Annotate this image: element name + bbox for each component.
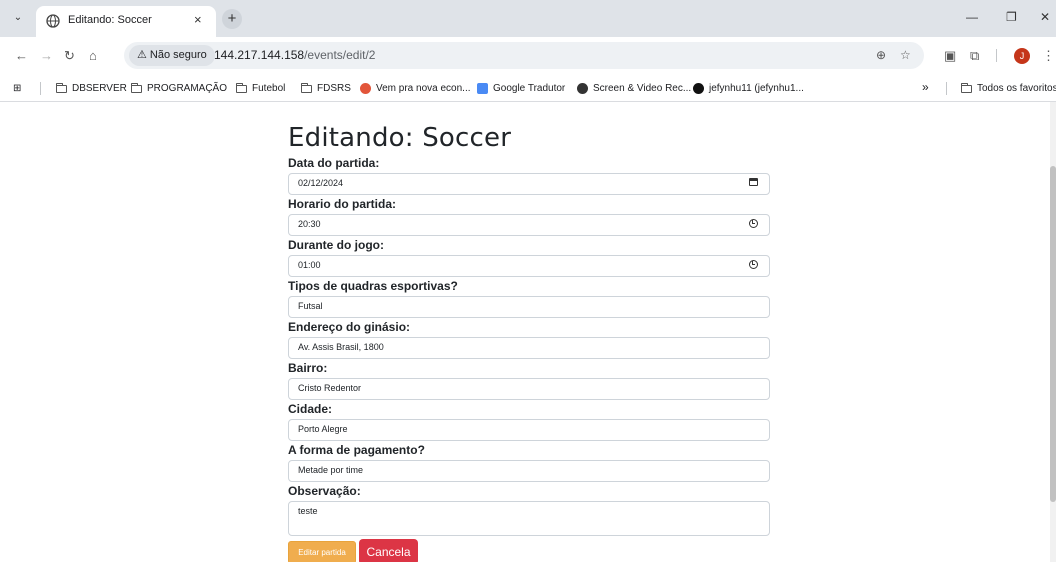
- edit-form: Editando: Soccer Data do partida: 02/12/…: [288, 102, 770, 562]
- restore-icon[interactable]: ❐: [1006, 10, 1017, 24]
- time-label: Horario do partida:: [288, 197, 397, 211]
- url-host: 144.217.144.158: [214, 48, 305, 62]
- page-title: Editando: Soccer: [288, 123, 512, 153]
- bookmark-google-tradutor[interactable]: Google Tradutor: [477, 83, 565, 94]
- folder-icon: [131, 82, 142, 93]
- minimize-icon[interactable]: —: [966, 10, 978, 24]
- notes-label: Observação:: [288, 484, 361, 498]
- bookmark-label: FDSRS: [317, 83, 351, 94]
- globe-icon: [46, 14, 60, 28]
- address-value: Av. Assis Brasil, 1800: [298, 342, 384, 352]
- court-type-label: Tipos de quadras esportivas?: [288, 279, 458, 293]
- reload-icon[interactable]: ↻: [64, 48, 75, 64]
- notes-value: teste: [298, 506, 318, 516]
- toolbar: ← → ↻ ⌂ ⚠ Não seguro 144.217.144.158/eve…: [0, 37, 1056, 75]
- bookmark-label: Google Tradutor: [493, 83, 566, 94]
- home-icon[interactable]: ⌂: [89, 48, 97, 63]
- extension-icon[interactable]: ▣: [944, 48, 956, 64]
- bookmark-dbserver[interactable]: DBSERVER: [56, 82, 127, 94]
- back-icon[interactable]: ←: [15, 48, 28, 63]
- tab-strip: ⌄ Editando: Soccer × + — ❐ ✕: [0, 0, 1056, 37]
- bookmark-futebol[interactable]: Futebol: [236, 82, 286, 94]
- payment-label: A forma de pagamento?: [288, 443, 425, 457]
- calendar-icon[interactable]: [749, 178, 758, 189]
- bookmark-label: DBSERVER: [72, 83, 127, 94]
- github-icon: [693, 83, 704, 94]
- bookmark-star-icon[interactable]: ☆: [900, 48, 911, 62]
- folder-icon: [961, 82, 972, 93]
- bookmarks-bar: ⊞ DBSERVER PROGRAMAÇÃO Futebol FDSRS Vem…: [0, 75, 1056, 102]
- date-input[interactable]: 02/12/2024: [288, 173, 770, 195]
- divider: [40, 82, 41, 95]
- bookmark-label: jefynhu11 (jefynhu1...: [709, 83, 804, 94]
- bookmark-programacao[interactable]: PROGRAMAÇÃO: [131, 82, 228, 94]
- duration-label: Durante do jogo:: [288, 238, 384, 252]
- city-value: Porto Alegre: [298, 424, 348, 434]
- tab-title: Editando: Soccer: [68, 14, 152, 26]
- city-input[interactable]: Porto Alegre: [288, 419, 770, 441]
- bookmark-vem-pra-nova[interactable]: Vem pra nova econ...: [360, 83, 471, 94]
- close-window-icon[interactable]: ✕: [1040, 10, 1050, 24]
- time-value: 20:30: [298, 219, 321, 229]
- bookmark-label: PROGRAMAÇÃO: [147, 83, 228, 94]
- url-text[interactable]: 144.217.144.158/events/edit/2: [214, 48, 375, 62]
- forward-icon[interactable]: →: [40, 48, 53, 63]
- bookmark-screen-video[interactable]: Screen & Video Rec...: [577, 83, 691, 94]
- notes-textarea[interactable]: teste: [288, 501, 770, 536]
- district-value: Cristo Redentor: [298, 383, 362, 393]
- page-content: Editando: Soccer Data do partida: 02/12/…: [0, 102, 1056, 562]
- all-bookmarks-button[interactable]: Todos os favoritos: [961, 82, 1056, 94]
- clock-icon[interactable]: [749, 219, 758, 231]
- duration-value: 01:00: [298, 260, 321, 270]
- scrollbar[interactable]: [1050, 102, 1056, 562]
- district-input[interactable]: Cristo Redentor: [288, 378, 770, 400]
- record-icon: [577, 83, 588, 94]
- close-tab-icon[interactable]: ×: [194, 12, 202, 27]
- zoom-icon[interactable]: ⊕: [876, 48, 886, 62]
- address-label: Endereço do ginásio:: [288, 320, 411, 334]
- payment-value: Metade por time: [298, 465, 364, 475]
- folder-icon: [56, 82, 67, 93]
- duration-input[interactable]: 01:00: [288, 255, 770, 277]
- bookmark-label: Vem pra nova econ...: [376, 83, 471, 94]
- translate-icon: [477, 83, 488, 94]
- submit-edit-button[interactable]: Editar partida: [288, 541, 356, 562]
- new-tab-button[interactable]: +: [222, 9, 242, 29]
- divider: [946, 82, 947, 95]
- folder-icon: [236, 82, 247, 93]
- cancel-button[interactable]: Cancela: [359, 539, 418, 562]
- bookmark-label: Screen & Video Rec...: [593, 83, 692, 94]
- address-input[interactable]: Av. Assis Brasil, 1800: [288, 337, 770, 359]
- bookmark-label: Futebol: [252, 83, 286, 94]
- city-label: Cidade:: [288, 402, 333, 416]
- tab-search-icon[interactable]: ⌄: [10, 10, 26, 26]
- all-bookmarks-label: Todos os favoritos: [977, 83, 1056, 94]
- divider: [996, 49, 997, 62]
- court-type-input[interactable]: Futsal: [288, 296, 770, 318]
- folder-icon: [301, 82, 312, 93]
- menu-kebab-icon[interactable]: ⋮: [1042, 48, 1055, 64]
- payment-input[interactable]: Metade por time: [288, 460, 770, 482]
- address-bar[interactable]: ⚠ Não seguro 144.217.144.158/events/edit…: [124, 42, 924, 69]
- bookmark-github[interactable]: jefynhu11 (jefynhu1...: [693, 83, 804, 94]
- date-value: 02/12/2024: [298, 178, 344, 188]
- clock-icon[interactable]: [749, 260, 758, 272]
- profile-avatar[interactable]: J: [1014, 48, 1030, 64]
- date-label: Data do partida:: [288, 156, 380, 170]
- form-actions: Editar partida Cancela: [288, 539, 770, 562]
- district-label: Bairro:: [288, 361, 328, 375]
- court-type-value: Futsal: [298, 301, 323, 311]
- url-path: /events/edit/2: [304, 48, 376, 62]
- bookmark-fdsrs[interactable]: FDSRS: [301, 82, 351, 94]
- scrollbar-thumb[interactable]: [1050, 166, 1056, 502]
- security-chip[interactable]: ⚠ Não seguro: [129, 45, 215, 66]
- time-input[interactable]: 20:30: [288, 214, 770, 236]
- site-icon: [360, 83, 371, 94]
- apps-grid-icon[interactable]: ⊞: [13, 83, 21, 94]
- more-bookmarks-button[interactable]: »: [922, 80, 929, 94]
- browser-tab[interactable]: Editando: Soccer ×: [36, 6, 216, 37]
- extensions-puzzle-icon[interactable]: ⧉: [970, 48, 979, 64]
